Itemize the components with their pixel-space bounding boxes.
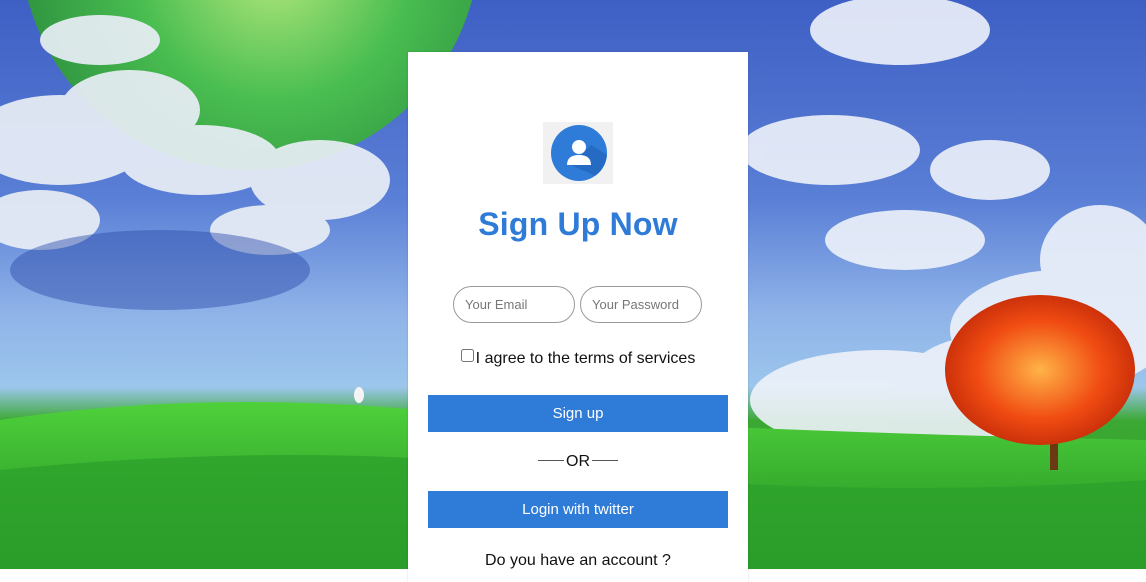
terms-label: I agree to the terms of services	[475, 350, 696, 367]
signup-card: Sign Up Now I agree to the terms of serv…	[408, 52, 748, 582]
or-divider: OR	[408, 453, 748, 471]
or-label: OR	[566, 453, 590, 470]
signup-button[interactable]: Sign up	[428, 395, 728, 432]
avatar	[543, 122, 613, 184]
twitter-login-button[interactable]: Login with twitter	[428, 491, 728, 528]
account-prompt[interactable]: Do you have an account ?	[408, 552, 748, 570]
user-avatar-icon	[551, 125, 607, 181]
divider-line-right	[592, 460, 618, 461]
password-input[interactable]	[580, 286, 702, 323]
page-title: Sign Up Now	[478, 206, 678, 242]
terms-row: I agree to the terms of services	[408, 349, 748, 368]
divider-line-left	[538, 460, 564, 461]
email-input[interactable]	[453, 286, 575, 323]
terms-checkbox[interactable]	[460, 349, 474, 362]
